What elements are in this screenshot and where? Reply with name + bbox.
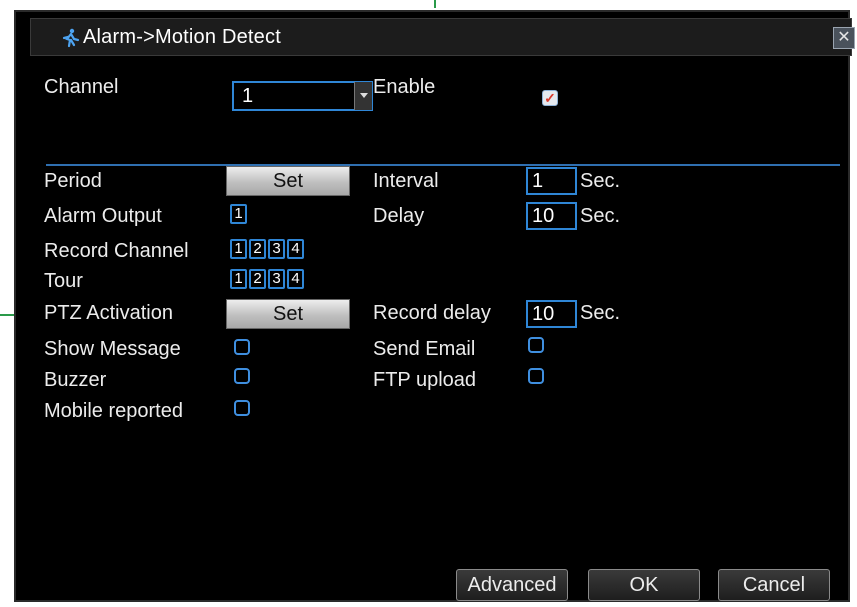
title-bar: Alarm->Motion Detect ✕ [30, 18, 855, 56]
delay-input[interactable]: 10 [526, 202, 577, 230]
tour-channel-3[interactable]: 3 [268, 269, 285, 289]
ftp-upload-label: FTP upload [373, 369, 477, 391]
alarm-output-label: Alarm Output [44, 205, 162, 227]
window-edge-mark [434, 0, 436, 8]
channel-label: Channel [44, 76, 119, 98]
delay-label: Delay [373, 205, 425, 227]
channel-select-value: 1 [242, 85, 254, 107]
chevron-down-icon[interactable] [354, 82, 372, 110]
record-delay-input[interactable]: 10 [526, 300, 577, 328]
record-delay-unit: Sec. [580, 302, 621, 324]
tour-channel-list: 1 2 3 4 [230, 269, 304, 289]
check-icon: ✓ [544, 90, 556, 106]
advanced-button[interactable]: Advanced [456, 569, 568, 601]
section-divider [46, 164, 840, 166]
record-channel-label: Record Channel [44, 240, 189, 262]
buzzer-checkbox[interactable] [234, 368, 250, 384]
window-edge-mark [0, 314, 14, 316]
close-button[interactable]: ✕ [833, 27, 855, 49]
mobile-reported-checkbox[interactable] [234, 400, 250, 416]
record-channel-3[interactable]: 3 [268, 239, 285, 259]
motion-detect-dialog: Alarm->Motion Detect ✕ Channel 1 Enable … [14, 10, 855, 602]
channel-select[interactable]: 1 [232, 81, 373, 111]
period-label: Period [44, 170, 102, 192]
record-channel-list: 1 2 3 4 [230, 239, 304, 259]
interval-label: Interval [373, 170, 439, 192]
show-message-checkbox[interactable] [234, 339, 250, 355]
send-email-checkbox[interactable] [528, 337, 544, 353]
enable-checkbox[interactable]: ✓ [542, 90, 558, 106]
enable-label: Enable [373, 76, 436, 98]
tour-channel-1[interactable]: 1 [230, 269, 247, 289]
interval-unit: Sec. [580, 170, 621, 192]
interval-input[interactable]: 1 [526, 167, 577, 195]
dialog-title: Alarm->Motion Detect [83, 26, 281, 48]
record-channel-4[interactable]: 4 [287, 239, 304, 259]
record-channel-2[interactable]: 2 [249, 239, 266, 259]
alarm-output-channel[interactable]: 1 [230, 204, 247, 224]
tour-channel-4[interactable]: 4 [287, 269, 304, 289]
ptz-set-button[interactable]: Set [226, 299, 350, 329]
show-message-label: Show Message [44, 338, 181, 360]
tour-label: Tour [44, 270, 83, 292]
send-email-label: Send Email [373, 338, 476, 360]
mobile-reported-label: Mobile reported [44, 400, 183, 422]
cancel-button[interactable]: Cancel [718, 569, 830, 601]
delay-unit: Sec. [580, 205, 621, 227]
buzzer-label: Buzzer [44, 369, 107, 391]
ptz-activation-label: PTZ Activation [44, 302, 173, 324]
record-delay-label: Record delay [373, 302, 491, 324]
record-channel-1[interactable]: 1 [230, 239, 247, 259]
ok-button[interactable]: OK [588, 569, 700, 601]
period-set-button[interactable]: Set [226, 166, 350, 196]
running-man-icon [62, 28, 80, 48]
tour-channel-2[interactable]: 2 [249, 269, 266, 289]
alarm-output-channels: 1 [230, 204, 247, 224]
ftp-upload-checkbox[interactable] [528, 368, 544, 384]
